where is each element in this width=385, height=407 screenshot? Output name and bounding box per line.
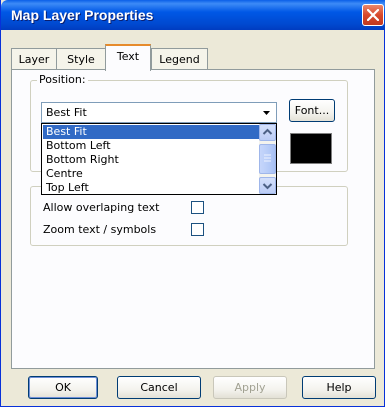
allow-overlap-checkbox[interactable]	[191, 201, 204, 214]
zoom-text-checkbox[interactable]	[191, 223, 204, 236]
combo-dropdown-button[interactable]	[258, 104, 275, 121]
ok-button[interactable]: OK	[28, 376, 98, 399]
arrow-up-icon	[262, 128, 273, 135]
scroll-down-button[interactable]	[259, 177, 276, 194]
close-icon	[367, 9, 379, 21]
dialog-window: Map Layer Properties Layer Style Text Le…	[0, 0, 385, 407]
window-title: Map Layer Properties	[11, 7, 154, 23]
tab-text[interactable]: Text	[105, 44, 151, 71]
position-option-centre[interactable]: Centre	[43, 167, 259, 181]
position-option-bottom-right[interactable]: Bottom Right	[43, 153, 259, 167]
tab-style[interactable]: Style	[56, 48, 106, 70]
position-combo-value: Best Fit	[46, 106, 87, 119]
chevron-down-icon	[263, 111, 270, 115]
tab-legend[interactable]: Legend	[151, 48, 208, 70]
scroll-thumb[interactable]	[259, 144, 276, 174]
text-color-swatch[interactable]	[290, 133, 332, 164]
position-option-best-fit[interactable]: Best Fit	[43, 125, 259, 139]
text-options-groupbox	[30, 186, 348, 246]
close-button[interactable]	[362, 4, 384, 26]
position-option-bottom-left[interactable]: Bottom Left	[43, 139, 259, 153]
position-combo[interactable]: Best Fit	[41, 102, 277, 123]
scroll-up-button[interactable]	[259, 124, 276, 141]
arrow-down-icon	[262, 183, 273, 190]
position-option-top-left[interactable]: Top Left	[43, 181, 259, 194]
grip-icon	[264, 154, 271, 162]
cancel-button[interactable]: Cancel	[117, 376, 201, 399]
dropdown-scrollbar[interactable]	[259, 124, 276, 194]
tab-layer[interactable]: Layer	[11, 48, 57, 70]
allow-overlap-label: Allow overlaping text	[43, 201, 160, 214]
zoom-text-label: Zoom text / symbols	[43, 223, 157, 236]
title-bar[interactable]: Map Layer Properties	[1, 0, 385, 30]
apply-button[interactable]: Apply	[213, 376, 287, 399]
help-button[interactable]: Help	[302, 376, 376, 399]
position-dropdown-list[interactable]: Best Fit Bottom Left Bottom Right Centre…	[41, 123, 277, 195]
font-button[interactable]: Font...	[289, 99, 335, 122]
position-group-label: Position:	[37, 73, 88, 86]
